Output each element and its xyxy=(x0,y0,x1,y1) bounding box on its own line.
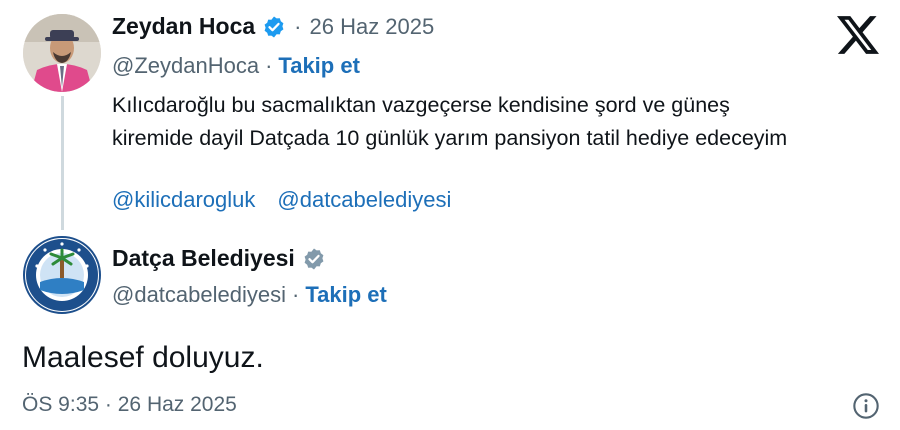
separator-dot: · xyxy=(104,393,112,416)
avatar-zeydan-hoca[interactable] xyxy=(23,14,101,92)
mention-datcabelediyesi[interactable]: @datcabelediyesi xyxy=(277,187,451,213)
reply-date: 26 Haz 2025 xyxy=(117,393,237,416)
reply-handle-row: @datcabelediyesi · Takip et xyxy=(112,282,387,308)
reply-time: ÖS 9:35 xyxy=(22,393,100,416)
x-logo-icon[interactable] xyxy=(837,14,879,56)
reply-author-name[interactable]: Datça Belediyesi xyxy=(112,245,295,272)
avatar-datca-belediyesi[interactable] xyxy=(23,236,101,314)
reply-timestamp[interactable]: ÖS 9:35 · 26 Haz 2025 xyxy=(22,393,237,417)
separator-dot: · xyxy=(294,13,302,39)
follow-button-zeydan[interactable]: Takip et xyxy=(278,53,360,79)
original-tweet-date[interactable]: 26 Haz 2025 xyxy=(309,14,434,40)
follow-button-datca[interactable]: Takip et xyxy=(305,282,387,308)
original-author-name[interactable]: Zeydan Hoca xyxy=(112,13,255,40)
original-author-handle[interactable]: @ZeydanHoca xyxy=(112,53,259,79)
thread-connector-line xyxy=(61,96,64,230)
reply-tweet-text: Maalesef doluyuz. xyxy=(22,341,264,374)
separator-dot: · xyxy=(292,282,300,307)
reply-author-handle[interactable]: @datcabelediyesi xyxy=(112,282,286,308)
info-icon[interactable] xyxy=(852,392,880,420)
original-author-row: Zeydan Hoca · 26 Haz 2025 xyxy=(112,13,434,40)
separator-dot: · xyxy=(265,53,273,78)
original-tweet-text: Kılıcdaroğlu bu sacmalıktan vazgeçerse k… xyxy=(112,93,788,150)
gray-check-icon xyxy=(304,248,324,269)
original-handle-row: @ZeydanHoca · Takip et xyxy=(112,53,360,79)
blue-check-icon xyxy=(264,16,284,37)
mention-kilicdarogluk[interactable]: @kilicdarogluk xyxy=(112,187,255,213)
reply-author-row: Datça Belediyesi xyxy=(112,245,326,272)
mentions-row: @kilicdarogluk @datcabelediyesi xyxy=(112,187,451,213)
